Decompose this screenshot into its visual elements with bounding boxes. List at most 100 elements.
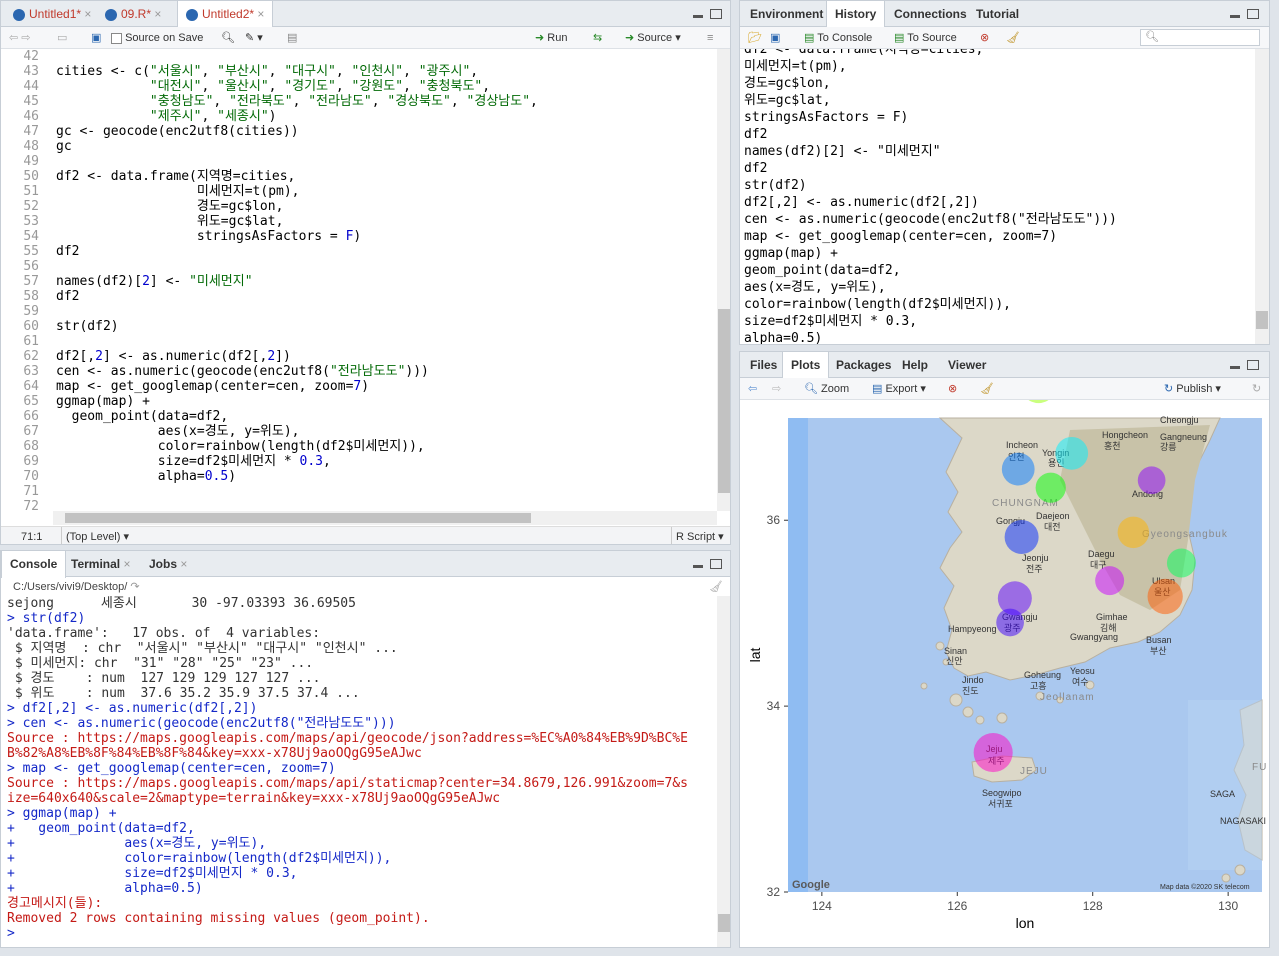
- to-console-button[interactable]: ▤ To Console: [804, 30, 872, 46]
- clear-history-icon[interactable]: 🧹︎: [1006, 30, 1020, 46]
- history-entry[interactable]: df2[,2] <- as.numeric(df2[,2]): [744, 194, 979, 211]
- console-line: Source : https://maps.googleapis.com/map…: [7, 731, 688, 746]
- map-label: JEJU: [1020, 766, 1048, 777]
- history-entry[interactable]: ggmap(map) +: [744, 245, 838, 262]
- map-label: Hongcheon: [1102, 430, 1148, 440]
- tab-tutorial[interactable]: Tutorial: [968, 1, 1027, 27]
- working-directory[interactable]: C:/Users/vivi9/Desktop/: [13, 581, 127, 593]
- close-icon[interactable]: ×: [180, 557, 187, 571]
- map-label: Jindo: [962, 675, 984, 685]
- console-vscrollbar[interactable]: [717, 596, 730, 947]
- tab-untitled2[interactable]: Untitled2* ×: [177, 1, 274, 28]
- console-output[interactable]: sejong 세종시 30 -97.03393 36.69505 > str(df…: [1, 596, 716, 947]
- history-entry[interactable]: names(df2)[2] <- "미세먼지": [744, 143, 941, 160]
- close-icon[interactable]: ×: [84, 7, 91, 21]
- island: [975, 715, 985, 725]
- editor-vscrollbar[interactable]: [717, 49, 730, 511]
- to-source-button[interactable]: ▤ To Source: [894, 30, 957, 46]
- history-entry[interactable]: df2 <- data.frame(지역명=cities,: [744, 49, 983, 58]
- remove-plot-icon[interactable]: ⊗: [948, 381, 957, 397]
- search-icon[interactable]: 🔍︎: [221, 30, 235, 46]
- tab-jobs[interactable]: Jobs ×: [141, 551, 195, 577]
- tab-untitled1[interactable]: Untitled1* ×: [5, 1, 99, 27]
- show-in-window-icon[interactable]: ▭: [57, 30, 67, 46]
- refresh-icon[interactable]: ↻: [1252, 381, 1261, 397]
- clear-console-icon[interactable]: 🧹︎: [709, 578, 723, 596]
- maximize-icon[interactable]: [1247, 360, 1259, 370]
- source-button[interactable]: ➜ Source ▾: [625, 30, 681, 46]
- console-line: ize=640x640&scale=2&maptype=terrain&key=…: [7, 791, 501, 806]
- close-icon[interactable]: ×: [154, 7, 161, 21]
- next-plot-icon[interactable]: ⇨: [772, 381, 781, 397]
- minimize-icon[interactable]: [1230, 366, 1240, 369]
- history-entry[interactable]: cen <- as.numeric(geocode(enc2utf8("전라남도…: [744, 211, 1117, 228]
- maximize-icon[interactable]: [710, 559, 722, 569]
- history-entry[interactable]: geom_point(data=df2,: [744, 262, 901, 279]
- zoom-button[interactable]: 🔍︎ Zoom: [804, 381, 849, 397]
- scope-selector[interactable]: (Top Level) ▾: [61, 527, 129, 544]
- go-to-directory-icon[interactable]: ↷: [130, 581, 139, 593]
- line-number: 54: [23, 229, 39, 244]
- code-text: 경도=gc$lon,: [56, 199, 284, 214]
- minimize-icon[interactable]: [693, 15, 703, 18]
- tab-viewer[interactable]: Viewer: [940, 352, 994, 378]
- save-history-icon[interactable]: ▣: [770, 30, 780, 46]
- tab-09r[interactable]: 09.R* ×: [97, 1, 169, 27]
- history-search-input[interactable]: 🔍︎: [1140, 29, 1260, 46]
- rerun-icon[interactable]: ⇆: [593, 30, 602, 46]
- save-icon[interactable]: ▣: [91, 30, 101, 46]
- file-type-selector[interactable]: R Script ▾: [671, 527, 724, 544]
- clear-plots-icon[interactable]: 🧹︎: [980, 381, 994, 397]
- tab-plots[interactable]: Plots: [782, 352, 830, 379]
- load-history-icon[interactable]: 📂︎: [748, 30, 762, 46]
- history-entry[interactable]: alpha=0.5): [744, 330, 822, 344]
- tab-history[interactable]: History: [826, 1, 886, 28]
- previous-plot-icon[interactable]: ⇦: [748, 381, 757, 397]
- back-arrow-icon[interactable]: ⇦ ⇨: [9, 30, 31, 46]
- run-button[interactable]: ➜ Run: [535, 30, 567, 46]
- close-icon[interactable]: ×: [257, 7, 264, 21]
- tab-console[interactable]: Console: [1, 551, 67, 578]
- compile-report-icon[interactable]: ▤: [287, 30, 297, 46]
- history-entry[interactable]: df2: [744, 160, 767, 177]
- history-entry[interactable]: str(df2): [744, 177, 807, 194]
- close-icon[interactable]: ×: [123, 557, 130, 571]
- tab-help[interactable]: Help: [894, 352, 936, 378]
- export-button[interactable]: ▤ Export ▾: [872, 381, 926, 397]
- publish-button[interactable]: ↻ Publish ▾: [1164, 381, 1221, 397]
- tab-terminal[interactable]: Terminal ×: [63, 551, 138, 577]
- tab-connections[interactable]: Connections: [886, 1, 975, 27]
- history-entry[interactable]: aes(x=경도, y=위도),: [744, 279, 886, 296]
- minimize-icon[interactable]: [693, 565, 703, 568]
- history-entry[interactable]: size=df2$미세먼지 * 0.3,: [744, 313, 917, 330]
- tab-files[interactable]: Files: [742, 352, 785, 378]
- history-entry[interactable]: map <- get_googlemap(center=cen, zoom=7): [744, 228, 1057, 245]
- history-entry[interactable]: stringsAsFactors = F): [744, 109, 908, 126]
- minimize-icon[interactable]: [1230, 15, 1240, 18]
- maximize-icon[interactable]: [1247, 9, 1259, 19]
- code-area[interactable]: 42 43 cities <- c("서울시", "부산시", "대구시", "인천…: [1, 49, 717, 514]
- history-entry[interactable]: 경도=gc$lon,: [744, 75, 831, 92]
- line-number: 42: [23, 49, 39, 64]
- code-text: color=rainbow(length(df2$미세먼지)),: [56, 439, 425, 454]
- editor-tabbar: Untitled1* × 09.R* × Untitled2* ×: [1, 1, 730, 28]
- maximize-icon[interactable]: [710, 9, 722, 19]
- magic-wand-icon[interactable]: ✎ ▾: [245, 30, 263, 46]
- tab-packages[interactable]: Packages: [828, 352, 899, 378]
- outline-icon[interactable]: ≡: [707, 30, 713, 46]
- history-vscrollbar[interactable]: [1255, 49, 1269, 344]
- history-list[interactable]: df2 <- data.frame(지역명=cities, 미세먼지=t(pm),…: [740, 49, 1255, 344]
- editor-hscrollbar[interactable]: [53, 511, 717, 525]
- source-on-save-checkbox[interactable]: Source on Save: [111, 30, 203, 46]
- history-entry[interactable]: df2: [744, 126, 767, 143]
- editor-statusbar: 71:1 (Top Level) ▾ R Script ▾: [1, 526, 730, 544]
- map-label: NAGASAKI: [1220, 816, 1266, 826]
- r-file-icon: [105, 8, 117, 21]
- history-entry[interactable]: 위도=gc$lat,: [744, 92, 831, 109]
- delete-entry-icon[interactable]: ⊗: [980, 30, 989, 46]
- history-entry[interactable]: 미세먼지=t(pm),: [744, 58, 847, 75]
- history-entry[interactable]: color=rainbow(length(df2$미세먼지)),: [744, 296, 1011, 313]
- console-line: > df2[,2] <- as.numeric(df2[,2]): [7, 701, 258, 716]
- tab-environment[interactable]: Environment: [742, 1, 831, 27]
- console-line: Source : https://maps.googleapis.com/map…: [7, 776, 688, 791]
